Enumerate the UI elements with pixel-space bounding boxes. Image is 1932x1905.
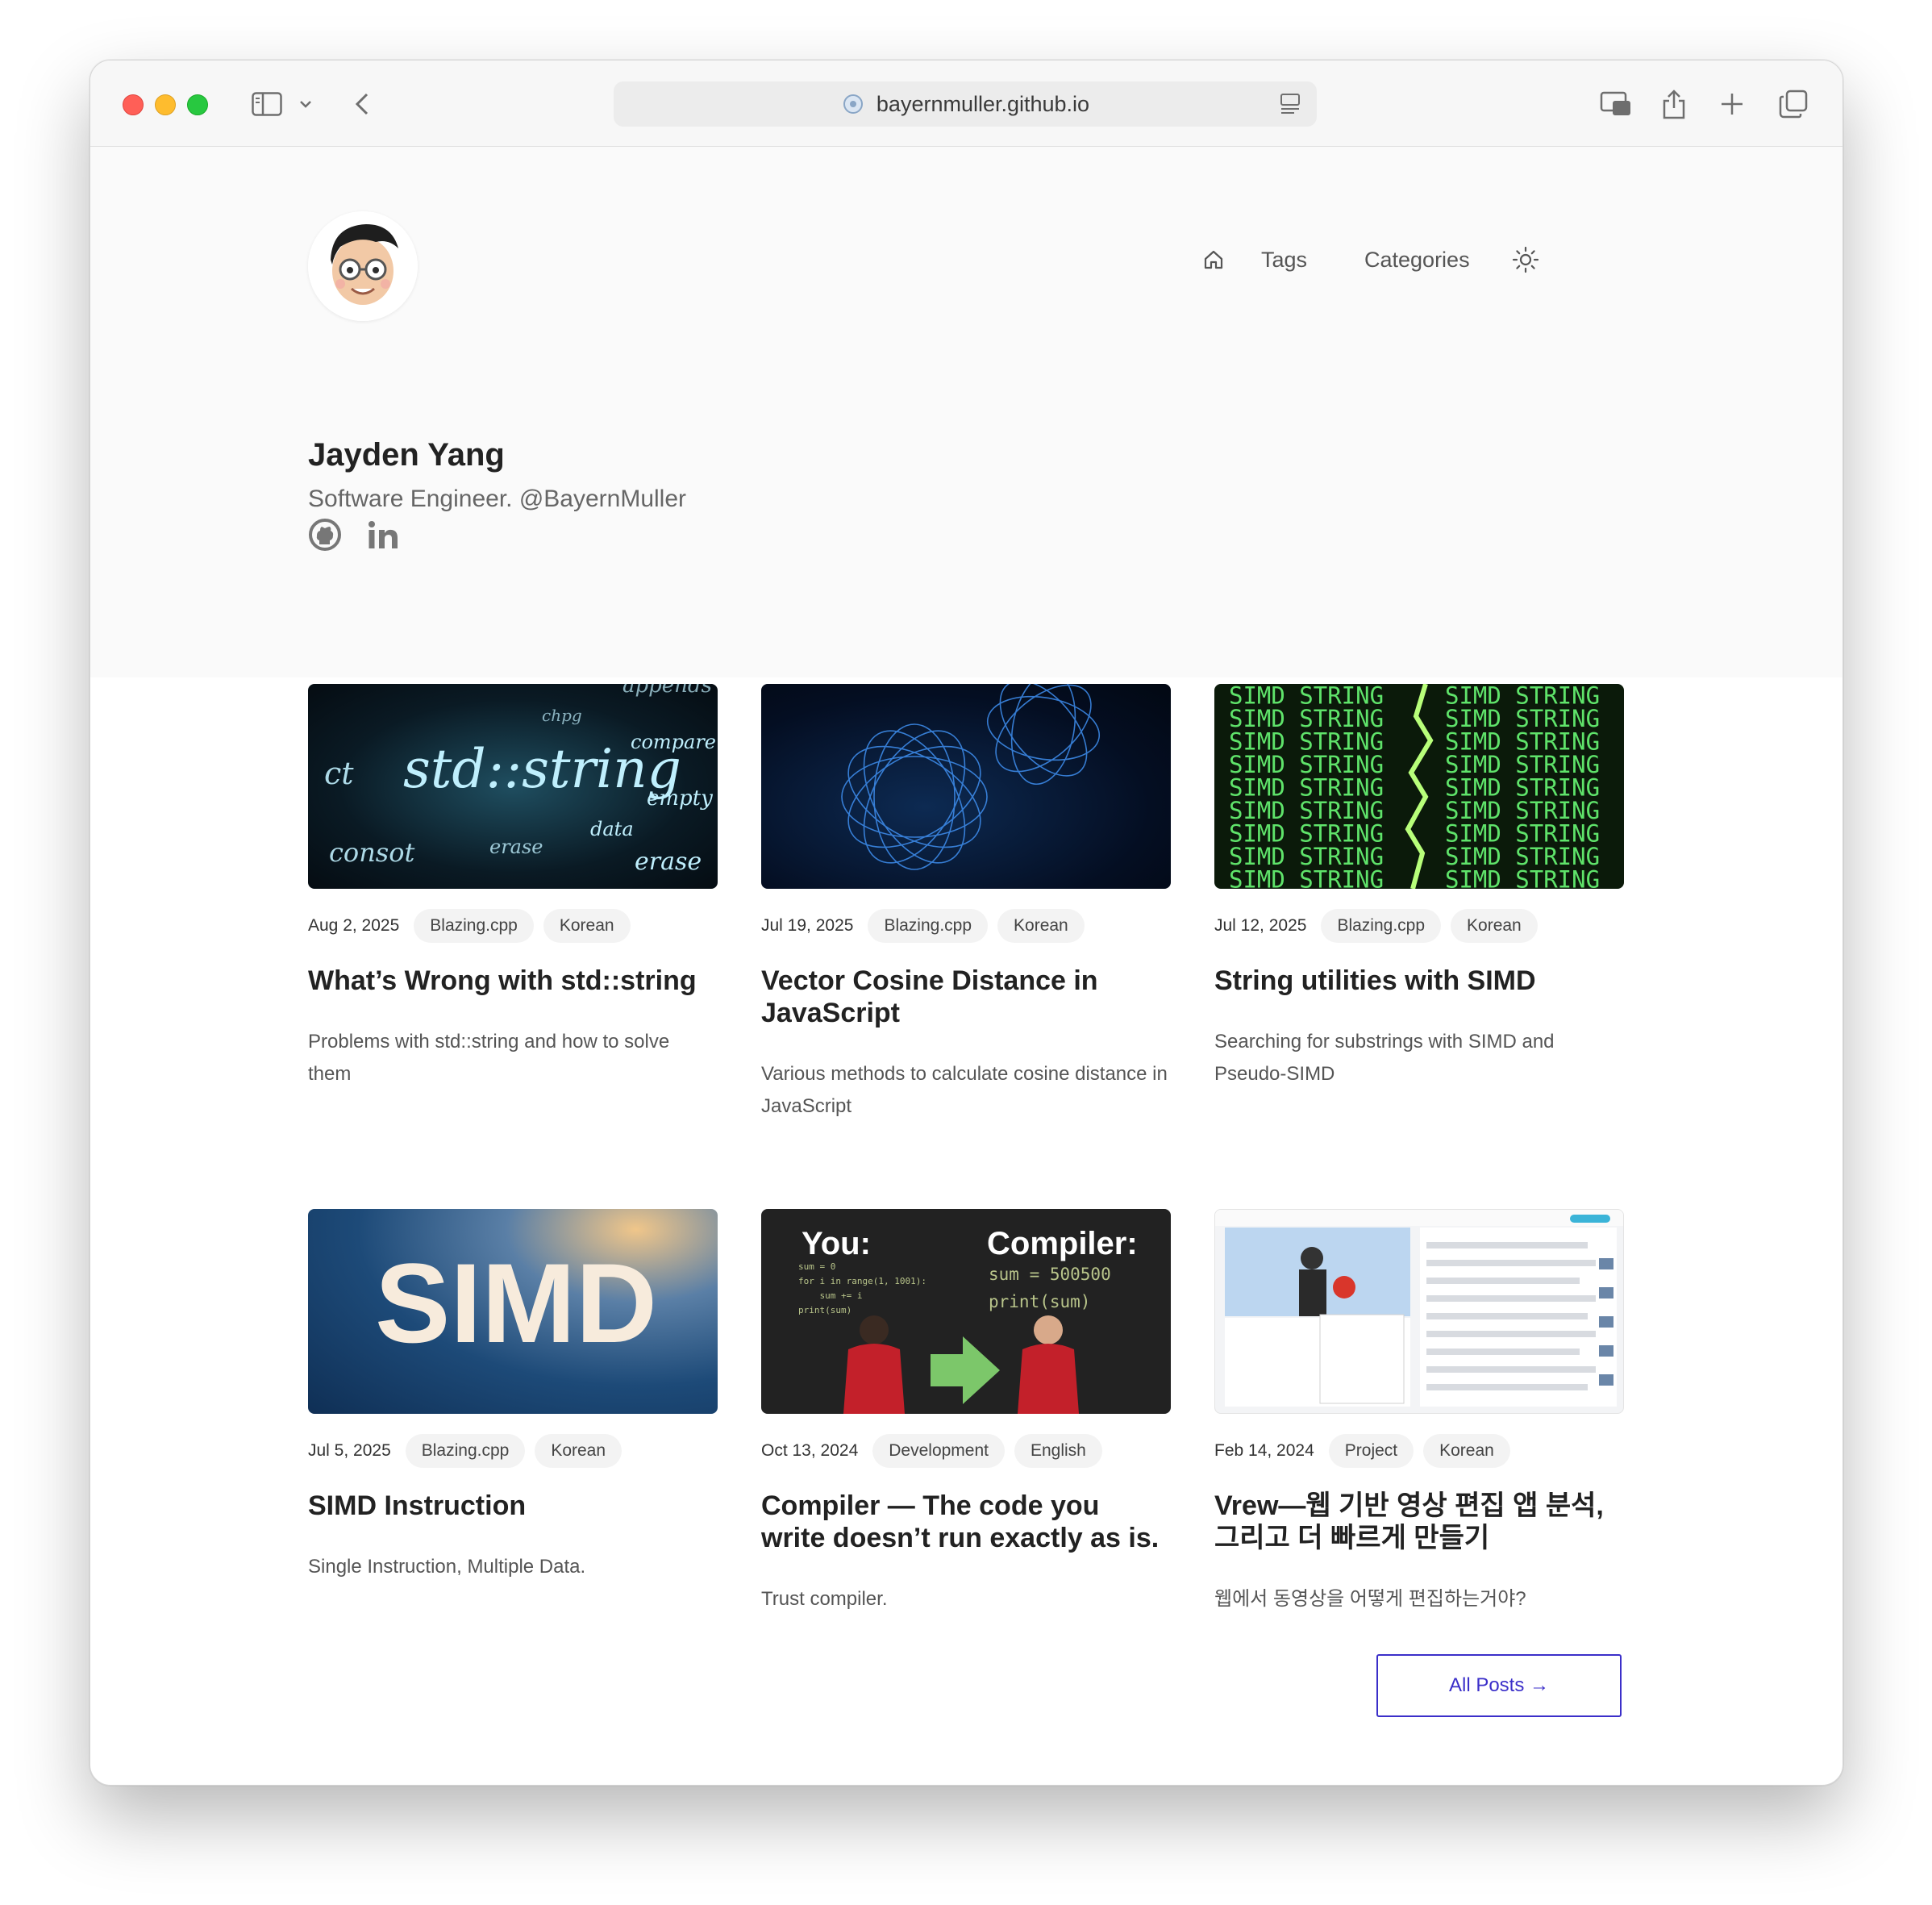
post-date: Feb 14, 2024 (1214, 1441, 1314, 1460)
post-meta: Feb 14, 2024 Project Korean (1214, 1433, 1520, 1469)
address-bar[interactable]: bayernmuller.github.io (614, 81, 1317, 127)
post-title[interactable]: What’s Wrong with std::string (308, 965, 718, 997)
post-meta: Oct 13, 2024 Development English (761, 1433, 1112, 1469)
back-icon[interactable] (350, 85, 374, 123)
post-description: Single Instruction, Multiple Data. (308, 1556, 586, 1578)
language-tag[interactable]: Korean (1451, 909, 1538, 943)
post-meta: Jul 19, 2025 Blazing.cpp Korean (761, 908, 1094, 944)
url-text: bayernmuller.github.io (876, 91, 1090, 116)
new-tab-icon[interactable] (1718, 85, 1747, 123)
sidebar-toggle-icon[interactable] (248, 85, 285, 123)
post-title[interactable]: Vrew—웹 기반 영상 편집 앱 분석, 그리고 더 빠르게 만들기 (1214, 1490, 1624, 1554)
post-description: Various methods to calculate cosine dist… (761, 1063, 1168, 1117)
github-icon[interactable] (308, 518, 342, 556)
svg-text:Compiler:: Compiler: (987, 1226, 1138, 1261)
category-tag[interactable]: Blazing.cpp (405, 1434, 526, 1468)
svg-text:appends: appends (622, 684, 712, 698)
author-name: Jayden Yang (308, 437, 505, 473)
post-card[interactable]: SIMD STRING SIMD STRING SIMD STRING SIMD ST… (1214, 684, 1624, 1136)
svg-text:erase: erase (635, 848, 702, 876)
svg-text:ct: ct (324, 756, 354, 791)
post-description: Problems with std::string and how to sol… (308, 1031, 670, 1085)
svg-text:sum = 0: sum = 0 (798, 1261, 835, 1272)
post-card[interactable]: You: Compiler: sum = 0 for i in range(1,… (761, 1209, 1171, 1628)
language-tag[interactable]: Korean (1423, 1434, 1510, 1468)
post-date: Jul 12, 2025 (1214, 916, 1307, 935)
svg-text:erase: erase (489, 836, 543, 858)
svg-text:empty: empty (647, 786, 713, 811)
post-card[interactable]: std::string ct compare empty data erase … (308, 684, 718, 1136)
svg-text:You:: You: (802, 1226, 871, 1261)
post-title[interactable]: Vector Cosine Distance in JavaScript (761, 965, 1171, 1029)
category-tag[interactable]: Blazing.cpp (1321, 909, 1442, 943)
post-card[interactable]: Feb 14, 2024 Project Korean Vrew—웹 기반 영상… (1214, 1209, 1624, 1628)
language-tag[interactable]: Korean (543, 909, 631, 943)
home-icon[interactable] (1203, 247, 1224, 279)
svg-text:SIMD: SIMD (375, 1240, 657, 1366)
svg-text:sum = 500500: sum = 500500 (989, 1265, 1111, 1284)
post-description: Searching for substrings with SIMD and P… (1214, 1031, 1555, 1085)
theme-toggle-sun-icon[interactable] (1511, 245, 1540, 283)
post-title[interactable]: SIMD Instruction (308, 1490, 718, 1522)
player-figure-left (843, 1315, 905, 1414)
language-tag[interactable]: Korean (997, 909, 1085, 943)
category-tag[interactable]: Blazing.cpp (868, 909, 989, 943)
category-tag[interactable]: Project (1328, 1434, 1414, 1468)
post-thumbnail[interactable]: SIMD STRING SIMD STRING SIMD STRING SIMD ST… (1214, 684, 1624, 889)
post-card[interactable]: Jul 19, 2025 Blazing.cpp Korean Vector C… (761, 684, 1171, 1136)
post-title[interactable]: Compiler — The code you write doesn’t ru… (761, 1490, 1171, 1554)
all-posts-button[interactable]: All Posts → (1376, 1654, 1622, 1717)
post-date: Oct 13, 2024 (761, 1441, 859, 1460)
post-description: 웹에서 동영상을 어떻게 편집하는거야? (1214, 1588, 1526, 1610)
category-tag[interactable]: Development (872, 1434, 1005, 1468)
category-tag[interactable]: Blazing.cpp (414, 909, 534, 943)
svg-text:print(sum): print(sum) (798, 1305, 851, 1315)
thumb-pattern-text: SIMD STRING (1229, 866, 1384, 890)
site-header: Tags Categories Jayden Yang Software Eng… (90, 147, 1842, 677)
svg-text:print(sum): print(sum) (989, 1292, 1090, 1311)
language-tag[interactable]: English (1014, 1434, 1102, 1468)
post-card[interactable]: SIMD Jul 5, 2025 Blazing.cpp Korean SIMD… (308, 1209, 718, 1628)
post-thumbnail[interactable]: You: Compiler: sum = 0 for i in range(1,… (761, 1209, 1171, 1414)
share-icon[interactable] (1659, 85, 1688, 123)
zoom-window-button[interactable] (187, 94, 208, 115)
close-window-button[interactable] (123, 94, 144, 115)
svg-text:consot: consot (329, 837, 414, 868)
post-title[interactable]: String utilities with SIMD (1214, 965, 1624, 997)
svg-text:chpg: chpg (542, 706, 582, 725)
post-meta: Aug 2, 2025 Blazing.cpp Korean (308, 908, 640, 944)
chevron-down-icon[interactable] (294, 85, 318, 123)
svg-text:compare: compare (631, 731, 716, 753)
post-meta: Jul 5, 2025 Blazing.cpp Korean (308, 1433, 631, 1469)
top-nav: Tags Categories (90, 244, 1842, 276)
post-meta: Jul 12, 2025 Blazing.cpp Korean (1214, 908, 1547, 944)
tab-overview-icon[interactable] (1777, 85, 1809, 123)
post-thumbnail[interactable] (761, 684, 1171, 889)
minimize-window-button[interactable] (155, 94, 176, 115)
post-date: Jul 5, 2025 (308, 1441, 391, 1460)
reader-mode-icon[interactable] (1280, 93, 1301, 121)
player-figure-right (1018, 1315, 1079, 1414)
post-thumbnail[interactable]: SIMD (308, 1209, 718, 1414)
post-description: Trust compiler. (761, 1588, 888, 1610)
post-date: Aug 2, 2025 (308, 916, 400, 935)
language-tag[interactable]: Korean (535, 1434, 622, 1468)
thumb-pattern-text: SIMD STRING (1445, 866, 1600, 890)
nav-tags-link[interactable]: Tags (1261, 244, 1307, 276)
svg-text:sum += i: sum += i (798, 1290, 862, 1301)
author-bio: Software Engineer. @BayernMuller (308, 486, 687, 512)
post-thumbnail[interactable] (1214, 1209, 1624, 1414)
browser-window: bayernmuller.github.io Tags Categories J… (90, 60, 1843, 1786)
svg-text:data: data (590, 818, 634, 840)
privacy-shield-icon (841, 92, 865, 116)
svg-text:for i in range(1, 1001):: for i in range(1, 1001): (798, 1276, 926, 1286)
linkedin-icon[interactable] (366, 518, 400, 556)
post-thumbnail[interactable]: std::string ct compare empty data erase … (308, 684, 718, 889)
browser-toolbar: bayernmuller.github.io (90, 60, 1842, 147)
lightning-bolt (1405, 684, 1434, 889)
post-date: Jul 19, 2025 (761, 916, 854, 935)
picture-in-picture-icon[interactable] (1598, 85, 1634, 123)
nav-categories-link[interactable]: Categories (1364, 244, 1470, 276)
